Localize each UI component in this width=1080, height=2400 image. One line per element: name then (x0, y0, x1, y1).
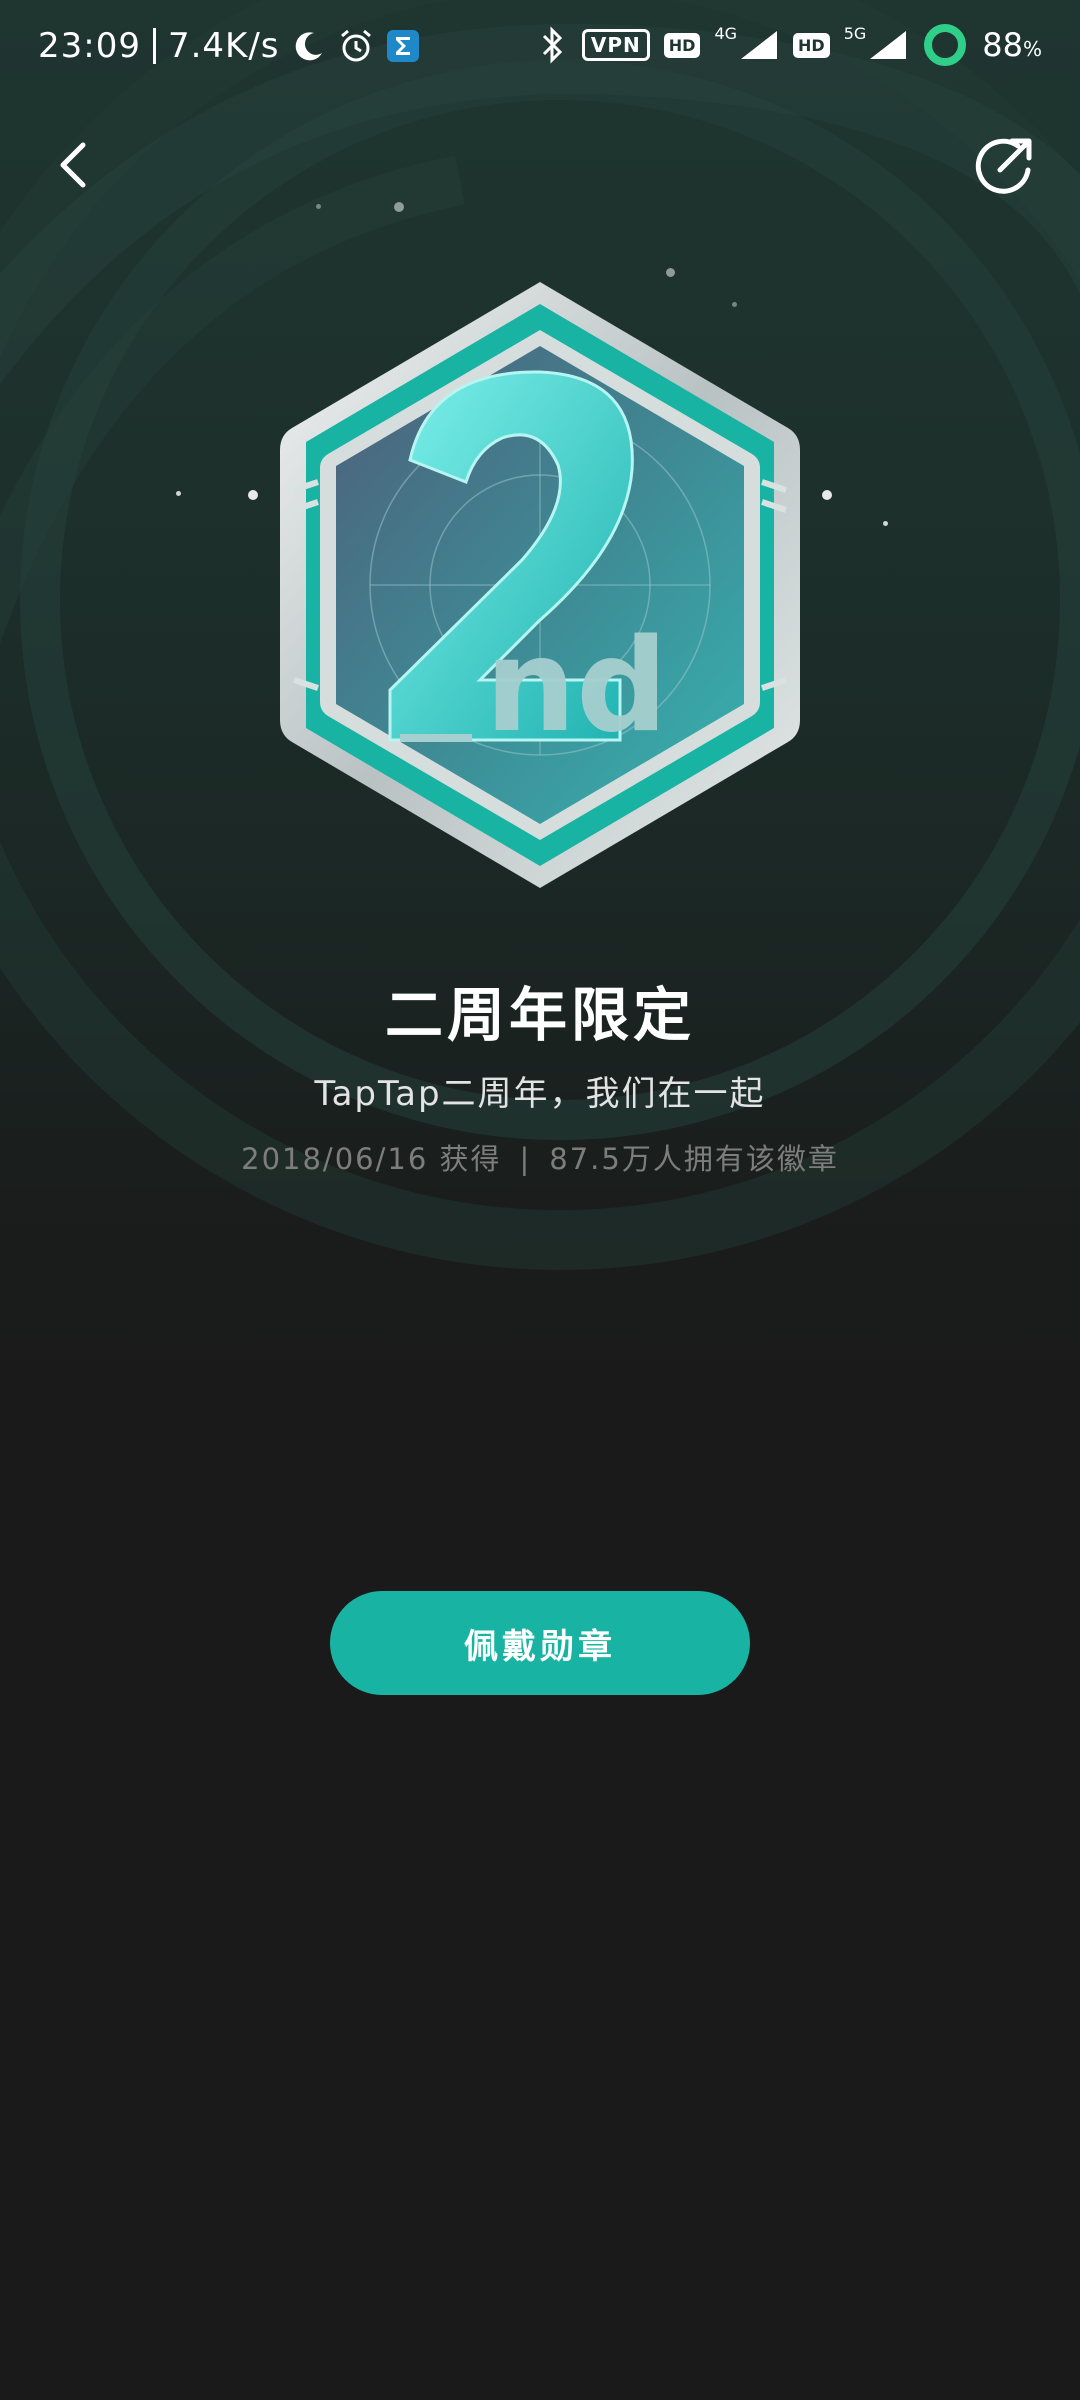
badge-detail-screen: 23:09 7.4K/s VPN HD 4G HD 5G 88% nd 二周年限… (0, 0, 1080, 2400)
vpn-indicator: VPN (581, 29, 650, 61)
badge-meta: 2018/06/16 获得 | 87.5万人拥有该徽章 (0, 1136, 1080, 1178)
sigma-app-icon (386, 29, 420, 63)
signal-icon-2 (868, 29, 908, 61)
battery-unit: % (1022, 37, 1042, 61)
hd-indicator-2: HD (793, 32, 830, 58)
badge-title: 二周年限定 (384, 981, 695, 1049)
sparkle (316, 204, 321, 209)
battery-ring-icon (922, 22, 968, 68)
obtained-date: 2018/06/16 获得 (241, 1142, 502, 1176)
sparkle (883, 521, 888, 526)
battery-level: 88% (982, 26, 1042, 64)
share-button[interactable] (970, 130, 1040, 200)
moon-icon (292, 29, 326, 63)
sparkle (394, 202, 404, 212)
battery-value: 88 (982, 26, 1023, 64)
meta-divider: | (519, 1142, 532, 1176)
status-separator (152, 28, 156, 64)
signal-icon-1 (739, 29, 779, 61)
chevron-left-icon (60, 142, 86, 188)
bluetooth-icon (538, 26, 568, 64)
share-icon (975, 138, 1032, 194)
alarm-icon (338, 28, 374, 64)
badge-subtitle: TapTap二周年，我们在一起 (314, 1074, 766, 1114)
sparkle (176, 491, 181, 496)
status-bar: 23:09 7.4K/s VPN HD 4G HD 5G 88% (0, 0, 1080, 100)
hd-indicator-1: HD (663, 32, 701, 58)
wear-badge-button[interactable]: 佩戴勋章 (330, 1591, 750, 1695)
back-button[interactable] (48, 130, 98, 200)
owners-count: 87.5万人拥有该徽章 (549, 1142, 839, 1176)
badge-suffix-text: nd (485, 612, 668, 761)
status-net-speed: 7.4K/s (167, 26, 280, 66)
network-type-2: 5G (843, 23, 867, 43)
network-type-1: 4G (714, 23, 738, 43)
anniversary-badge-image: nd (280, 282, 800, 888)
status-time: 23:09 (38, 26, 141, 66)
